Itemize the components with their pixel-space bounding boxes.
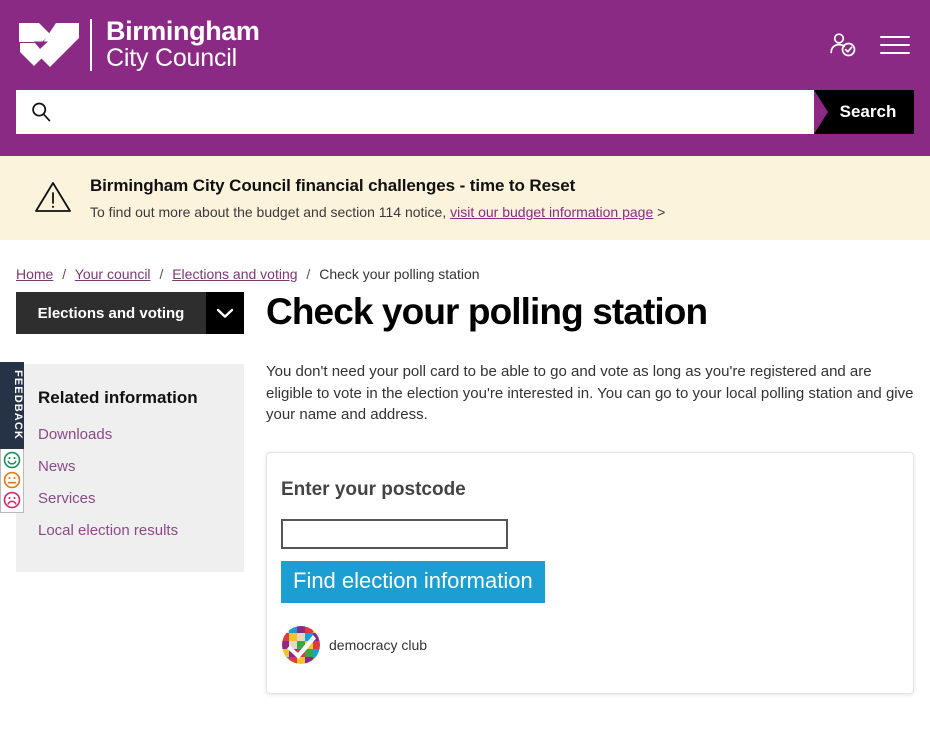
site-header: Birmingham City Council — [0, 0, 930, 90]
search-button[interactable]: Search — [814, 90, 914, 134]
chevron-down-icon[interactable] — [206, 292, 244, 334]
list-item: Downloads — [38, 426, 222, 444]
sidebar: Elections and voting Related information… — [16, 292, 244, 572]
postcode-lookup-panel: Enter your postcode Find election inform… — [266, 452, 914, 695]
hamburger-bar — [880, 36, 910, 38]
breadcrumb-item-home[interactable]: Home — [16, 266, 53, 282]
feedback-tab[interactable]: FEEDBACK — [0, 362, 24, 449]
budget-information-link[interactable]: visit our budget information page — [450, 204, 653, 220]
brand-lockup[interactable]: Birmingham City Council — [16, 17, 260, 73]
breadcrumb-separator: / — [159, 266, 164, 282]
breadcrumb-separator: / — [306, 266, 311, 282]
search-bar: Search — [0, 90, 930, 156]
search-field[interactable] — [16, 90, 814, 134]
main-column: Check your polling station You don't nee… — [266, 291, 914, 695]
financial-alert-banner: Birmingham City Council financial challe… — [0, 156, 930, 240]
birmingham-city-council-logo — [19, 23, 79, 67]
intro-paragraph: You don't need your poll card to be able… — [266, 362, 914, 424]
page-content: Elections and voting Related information… — [0, 291, 930, 695]
list-item: Services — [38, 490, 222, 508]
search-input[interactable] — [52, 92, 814, 132]
alert-text-row: To find out more about the budget and se… — [90, 204, 665, 220]
page-title: Check your polling station — [266, 291, 708, 332]
related-link-news[interactable]: News — [38, 458, 76, 475]
user-verified-icon[interactable] — [828, 31, 858, 59]
brand-divider — [90, 19, 92, 71]
related-link-local-election-results[interactable]: Local election results — [38, 522, 178, 539]
neutral-face-icon[interactable] — [3, 471, 21, 489]
breadcrumb-item-current: Check your polling station — [319, 266, 480, 282]
related-link-downloads[interactable]: Downloads — [38, 426, 112, 443]
alert-description: To find out more about the budget and se… — [90, 204, 447, 220]
search-icon — [32, 102, 51, 122]
hamburger-menu-icon[interactable] — [880, 36, 910, 54]
sad-face-icon[interactable] — [3, 491, 21, 509]
alert-chevron: > — [657, 204, 666, 220]
brand-line-2: City Council — [106, 44, 237, 73]
related-information-panel: Related information Downloads News Servi… — [16, 364, 244, 572]
democracy-club-label: democracy club — [329, 637, 428, 654]
list-item: Local election results — [38, 522, 222, 540]
hamburger-bar — [880, 44, 910, 46]
warning-triangle-icon — [16, 174, 72, 219]
list-item: News — [38, 458, 222, 476]
postcode-form-title: Enter your postcode — [281, 479, 466, 501]
related-information-heading: Related information — [38, 388, 198, 407]
feedback-face-group — [0, 448, 24, 513]
related-information-list: Downloads News Services Local election r… — [38, 426, 222, 540]
feedback-widget: FEEDBACK — [0, 362, 24, 513]
breadcrumb: Home / Your council / Elections and voti… — [0, 240, 930, 292]
happy-face-icon[interactable] — [3, 451, 21, 469]
democracy-club-logo — [282, 626, 320, 665]
breadcrumb-separator: / — [62, 266, 67, 282]
related-link-services[interactable]: Services — [38, 490, 96, 507]
section-nav-dropdown[interactable]: Elections and voting — [16, 292, 244, 334]
postcode-input[interactable] — [281, 519, 508, 550]
find-election-information-button[interactable]: Find election information — [281, 561, 545, 604]
democracy-club-attribution: democracy club — [281, 625, 891, 665]
alert-title: Birmingham City Council financial challe… — [90, 176, 576, 195]
brand-line-1: Birmingham — [106, 16, 260, 47]
breadcrumb-item-elections-and-voting[interactable]: Elections and voting — [172, 266, 297, 282]
section-nav-label: Elections and voting — [37, 304, 185, 322]
hamburger-bar — [880, 52, 910, 54]
breadcrumb-item-your-council[interactable]: Your council — [75, 266, 151, 282]
